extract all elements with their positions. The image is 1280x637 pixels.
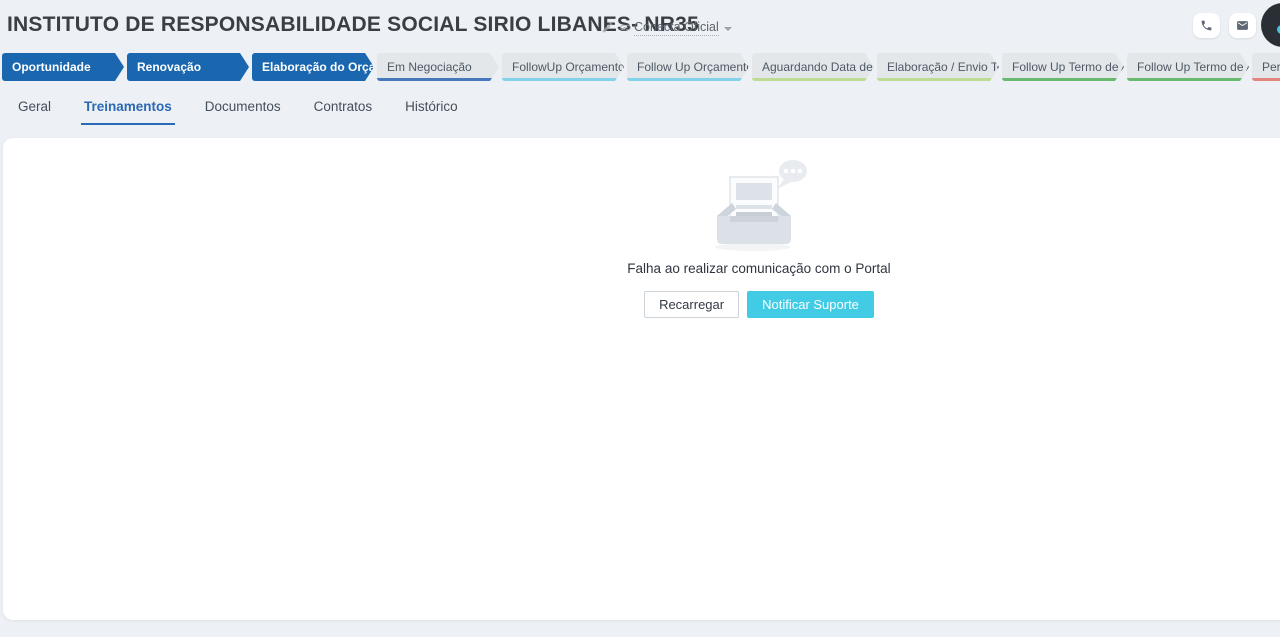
- reload-button[interactable]: Recarregar: [644, 291, 739, 318]
- page: { "header": { "title": "INSTITUTO DE RES…: [0, 0, 1280, 637]
- pipeline: Oportunidade Renovação Elaboração do Orçam…: [2, 53, 1280, 81]
- pipeline-stage[interactable]: Elaboração do Orçame...: [252, 53, 374, 81]
- pipeline-stage[interactable]: Elaboração / Envio Ter...: [877, 53, 999, 81]
- mail-icon: [1236, 19, 1249, 32]
- mail-button[interactable]: [1229, 13, 1256, 38]
- connector-selector[interactable]: Conecta Oficial: [634, 20, 732, 36]
- phone-button[interactable]: [1193, 13, 1220, 38]
- pipeline-stage[interactable]: Oportunidade: [2, 53, 124, 81]
- pipeline-stage-status-bar: [1127, 78, 1249, 81]
- tab-bar: Geral Treinamentos Documentos Contratos Hist…: [15, 97, 488, 125]
- pipeline-stage-status-bar: [752, 78, 874, 81]
- content-card: Falha ao realizar comunicação com o Port…: [3, 138, 1280, 620]
- tab-historico[interactable]: Histórico: [402, 97, 461, 125]
- pipeline-stage-label: Renovação: [137, 60, 201, 74]
- phone-icon: [1200, 19, 1213, 32]
- pipeline-stage[interactable]: Per: [1252, 53, 1280, 81]
- pipeline-stage[interactable]: Renovação: [127, 53, 249, 81]
- pipeline-stage-label: Aguardando Data de T...: [762, 60, 874, 74]
- pipeline-stage-label: Elaboração do Orçame...: [262, 60, 374, 74]
- pipeline-stage-label: FollowUp Orçamento (...: [512, 60, 624, 74]
- pipeline-stage-label: Per: [1262, 60, 1280, 74]
- connector-label: Conecta Oficial: [634, 20, 719, 36]
- pipeline-stage-label: Elaboração / Envio Ter...: [887, 60, 999, 74]
- pipeline-stage[interactable]: Follow Up Orçamento ...: [627, 53, 749, 81]
- pipeline-stage-label: Follow Up Orçamento ...: [637, 60, 749, 74]
- pipeline-stage-label: Oportunidade: [12, 60, 91, 74]
- page-title: INSTITUTO DE RESPONSABILIDADE SOCIAL SIR…: [7, 13, 699, 37]
- pipeline-stage[interactable]: Em Negociação: [377, 53, 499, 81]
- pipeline-stage-status-bar: [1252, 78, 1280, 81]
- portal-error-block: Falha ao realizar comunicação com o Port…: [554, 156, 964, 318]
- pipeline-stage-status-bar: [627, 78, 749, 81]
- tab-documentos[interactable]: Documentos: [202, 97, 284, 125]
- notify-support-button[interactable]: Notificar Suporte: [747, 291, 874, 318]
- pipeline-stage-label: Follow Up Termo de A...: [1012, 60, 1124, 74]
- pipeline-stage[interactable]: Aguardando Data de T...: [752, 53, 874, 81]
- avatar[interactable]: [1261, 3, 1280, 47]
- pipeline-stage-status-bar: [502, 78, 624, 81]
- pipeline-stage[interactable]: Follow Up Termo de A...: [1002, 53, 1124, 81]
- chevron-down-icon: [724, 27, 732, 31]
- pipeline-stage-status-bar: [377, 78, 499, 81]
- header: INSTITUTO DE RESPONSABILIDADE SOCIAL SIR…: [0, 0, 1280, 50]
- tab-treinamentos[interactable]: Treinamentos: [81, 97, 175, 125]
- tab-contratos[interactable]: Contratos: [311, 97, 376, 125]
- edit-icon[interactable]: [601, 21, 614, 34]
- pipeline-stage-status-bar: [877, 78, 999, 81]
- pipeline-stage-label: Follow Up Termo de A...: [1137, 60, 1249, 74]
- pipeline-stage[interactable]: FollowUp Orçamento (...: [502, 53, 624, 81]
- pipeline-stage[interactable]: Follow Up Termo de A...: [1127, 53, 1249, 81]
- pipeline-stage-label: Em Negociação: [387, 60, 472, 74]
- pipeline-stage-status-bar: [1002, 78, 1124, 81]
- link-icon[interactable]: [619, 21, 632, 34]
- error-message: Falha ao realizar comunicação com o Port…: [554, 261, 964, 276]
- error-illustration: [703, 156, 815, 252]
- error-actions: Recarregar Notificar Suporte: [554, 291, 964, 318]
- tab-geral[interactable]: Geral: [15, 97, 54, 125]
